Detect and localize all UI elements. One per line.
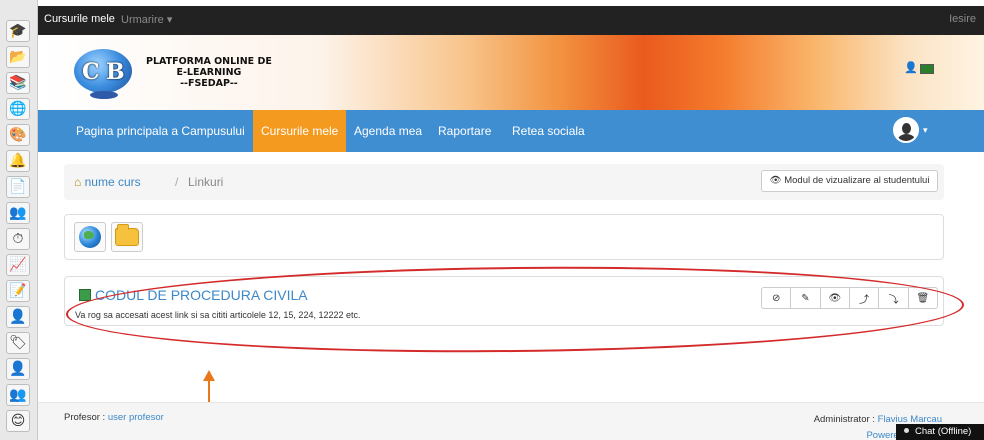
header-banner: C B PLATFORMA ONLINE DE E-LEARNING --FSE… <box>38 35 984 110</box>
globe-icon[interactable]: 🌐 <box>6 98 30 120</box>
tracking-menu[interactable]: Urmarire ▾ <box>121 13 172 26</box>
nav-reporting[interactable]: Raportare <box>430 110 499 152</box>
document-icon[interactable]: 📄 <box>6 176 30 198</box>
paint-icon[interactable]: 🎨 <box>6 124 30 146</box>
nav-my-courses[interactable]: Cursurile mele <box>253 110 347 152</box>
users-icon[interactable]: 👤 <box>6 306 30 328</box>
breadcrumb-current: Linkuri <box>188 175 224 189</box>
breadcrumb-home[interactable]: ⌂ nume curs <box>74 175 141 189</box>
student-view-button[interactable]: 👁 Modul de vizualizare al studentului <box>761 170 938 192</box>
folder-icon[interactable]: 📂 <box>6 46 30 68</box>
cb-logo: C B <box>68 47 138 99</box>
graduation-icon[interactable]: 🎓 <box>6 20 30 42</box>
folder-icon <box>115 224 139 246</box>
globe-icon <box>79 226 101 248</box>
user-icon[interactable]: 👤 <box>904 61 918 74</box>
nav-my-agenda[interactable]: Agenda mea <box>346 110 430 152</box>
smiley-icon[interactable]: 😊 <box>6 410 30 432</box>
group-icon[interactable]: 👥 <box>6 202 30 224</box>
my-courses-link[interactable]: Cursurile mele <box>44 13 115 25</box>
main-nav: Pagina principala a Campusului Cursurile… <box>38 110 984 152</box>
chart-icon[interactable]: 📈 <box>6 254 30 276</box>
logout-link[interactable]: Iesire <box>949 13 976 25</box>
status-dot-icon <box>904 428 909 433</box>
home-icon: ⌂ <box>74 175 82 189</box>
bell-icon[interactable]: 🔔 <box>6 150 30 172</box>
platform-title: PLATFORMA ONLINE DE E-LEARNING --FSEDAP-… <box>146 56 272 89</box>
clock-icon[interactable]: ⏱ <box>6 228 30 250</box>
footer-professor: Profesor : user profesor <box>64 412 164 423</box>
add-category-button[interactable] <box>111 222 143 252</box>
books-icon[interactable]: 📚 <box>6 72 30 94</box>
flag-icon[interactable] <box>920 64 934 74</box>
top-bar: Cursurile mele Urmarire ▾ Iesire <box>38 6 984 35</box>
professor-link[interactable]: user profesor <box>108 412 164 423</box>
tools-panel <box>64 214 944 260</box>
left-icon-rail: 🎓 📂 📚 🌐 🎨 🔔 📄 👥 ⏱ 📈 📝 👤 🏷 👤 👥 😊 <box>0 0 38 440</box>
chat-button[interactable]: Chat (Offline) <box>896 424 984 440</box>
breadcrumb-separator: / <box>175 175 179 189</box>
tag-icon[interactable]: 🏷 <box>6 332 30 354</box>
caret-down-icon[interactable]: ▾ <box>923 125 928 136</box>
add-link-button[interactable] <box>74 222 106 252</box>
assignment-icon[interactable]: 📝 <box>6 280 30 302</box>
nav-campus-home[interactable]: Pagina principala a Campusului <box>68 110 253 152</box>
avatar[interactable] <box>893 117 919 143</box>
footer: Profesor : user profesor Administrator :… <box>38 402 984 440</box>
nav-social-network[interactable]: Retea sociala <box>504 110 593 152</box>
user-icon[interactable]: 👤 <box>6 358 30 380</box>
people-icon[interactable]: 👥 <box>6 384 30 406</box>
